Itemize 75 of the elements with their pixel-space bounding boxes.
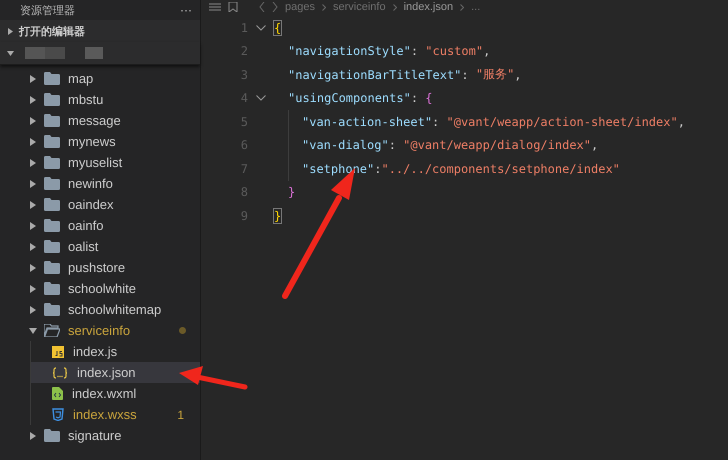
expand-arrow-icon [30, 222, 36, 230]
folder-icon [44, 429, 60, 442]
breadcrumb-item[interactable]: index.json [404, 1, 454, 13]
folder-icon [44, 72, 60, 85]
folder-item[interactable]: mbstu [0, 89, 200, 110]
folder-icon [44, 219, 60, 232]
braces-file-icon [52, 366, 68, 378]
folder-icon [44, 93, 60, 106]
folder-item[interactable]: message [0, 110, 200, 131]
expand-arrow-icon [30, 180, 36, 188]
code-line: "usingComponents": { [287, 90, 433, 108]
more-button[interactable]: ··· [180, 3, 192, 17]
code-line: { [274, 20, 282, 37]
expand-arrow-icon [30, 200, 36, 208]
open-folder-icon [44, 324, 60, 337]
expand-arrow-icon [8, 28, 13, 34]
chevron-right-icon [460, 4, 464, 10]
code-line: } [274, 208, 282, 225]
folder-item[interactable]: schoolwhitemap [0, 299, 200, 320]
expand-arrow-icon [30, 306, 36, 314]
folder-item[interactable]: myuselist [0, 152, 200, 173]
expand-arrow-icon [30, 116, 36, 124]
expand-arrow-icon [30, 242, 36, 250]
annotation-arrow [179, 366, 248, 390]
folder-item[interactable]: oalist [0, 236, 200, 257]
list-icon[interactable] [209, 3, 221, 11]
file-item[interactable]: index.wxss 1 [30, 404, 200, 425]
bookmark-icon[interactable] [228, 2, 238, 12]
file-item[interactable]: index.json [30, 362, 200, 383]
folder-item[interactable]: schoolwhite [0, 278, 200, 299]
problem-count: 1 [177, 408, 184, 422]
expand-arrow-icon [7, 50, 14, 56]
code-line: } [287, 184, 296, 202]
chevron-right-icon [392, 4, 397, 10]
folder-item[interactable]: oainfo [0, 215, 200, 236]
folder-item[interactable]: signature [0, 425, 200, 446]
code-line: "navigationBarTitleText": "服务", [287, 66, 522, 84]
chevron-right-icon [322, 4, 326, 10]
folder-icon [44, 135, 60, 148]
js-file-icon [52, 346, 64, 358]
folder-item[interactable]: pushstore [0, 257, 200, 278]
section-header[interactable]: 打开的编辑器 [0, 20, 200, 42]
folder-item[interactable]: newinfo [0, 173, 200, 194]
folder-icon [44, 198, 60, 211]
code-line: "navigationStyle": "custom", [287, 43, 490, 60]
code-line: "van-dialog": "@vant/weapp/dialog/index", [274, 134, 598, 157]
expand-arrow-icon [30, 264, 36, 272]
folder-icon [44, 240, 60, 253]
expand-arrow-icon [30, 138, 36, 146]
folder-item[interactable]: serviceinfo [0, 320, 200, 341]
folder-icon [44, 177, 60, 190]
folder-icon [44, 114, 60, 127]
code-line: "setphone":"../../components/setphone/index" [274, 157, 620, 180]
css-file-icon [52, 408, 64, 421]
expand-arrow-icon [30, 74, 36, 82]
fold-chevron-icon[interactable] [256, 24, 266, 31]
section-label: 打开的编辑器 [19, 24, 85, 38]
folder-icon [44, 156, 60, 169]
folder-item[interactable]: map [0, 68, 200, 89]
folder-item[interactable]: oaindex [0, 194, 200, 215]
folder-icon [44, 282, 60, 295]
explorer-title: 资源管理器 [20, 4, 75, 18]
expand-arrow-icon [30, 96, 36, 104]
code-line: "van-action-sheet": "@vant/weapp/action-sheet/index", [274, 110, 685, 134]
expand-arrow-icon [30, 432, 36, 440]
modified-dot-icon [179, 327, 186, 334]
expand-arrow-icon [30, 158, 36, 166]
code-file-icon [52, 387, 63, 400]
folder-icon [44, 261, 60, 274]
expand-arrow-icon [29, 328, 37, 334]
file-item[interactable]: index.wxml [30, 383, 200, 404]
folder-icon [44, 303, 60, 316]
expand-arrow-icon [30, 284, 36, 292]
fold-chevron-icon[interactable] [256, 95, 266, 102]
folder-item[interactable]: mynews [0, 131, 200, 152]
